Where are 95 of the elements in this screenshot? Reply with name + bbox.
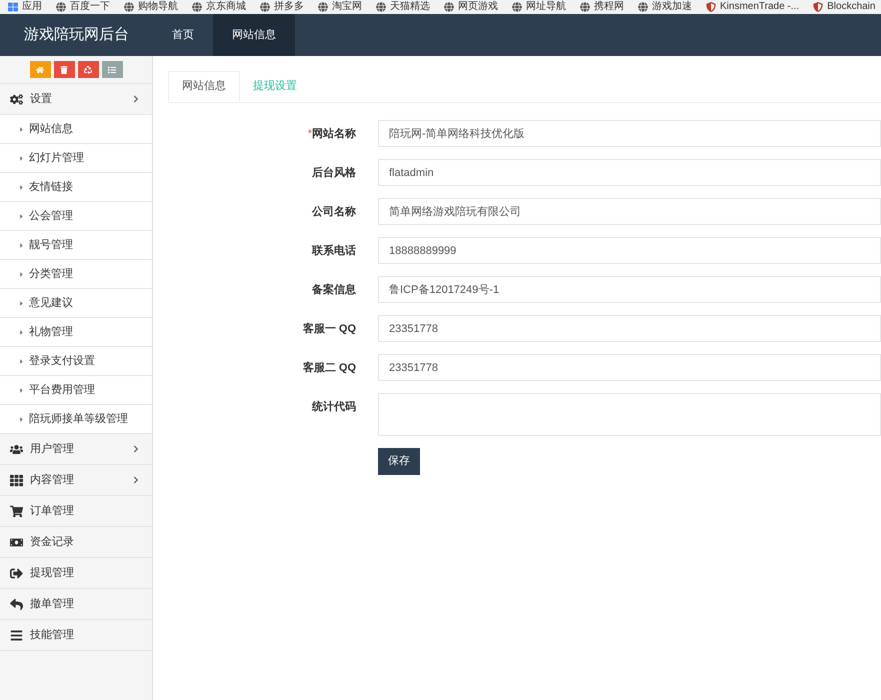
grid-icon xyxy=(10,474,23,486)
submenu-item[interactable]: 友情链接 xyxy=(0,173,152,202)
submenu-item[interactable]: 陪玩师接单等级管理 xyxy=(0,405,152,434)
text-input-field[interactable]: flatadmin xyxy=(378,159,881,186)
submenu-item[interactable]: 网站信息 xyxy=(0,115,152,144)
bookmark-link[interactable]: 天猫精选 xyxy=(390,2,430,12)
caret-icon xyxy=(18,154,25,162)
submenu-item[interactable]: 礼物管理 xyxy=(0,318,152,347)
trash-button[interactable] xyxy=(54,61,74,78)
recycle-button[interactable] xyxy=(78,61,98,78)
sidebar-menu-item[interactable]: 订单管理 xyxy=(0,496,152,527)
arrow-exit-icon xyxy=(10,566,23,580)
submenu-item[interactable]: 幻灯片管理 xyxy=(0,144,152,173)
bookmark-link[interactable]: KinsmenTrade -... xyxy=(720,2,800,12)
field-label: 网站名称 xyxy=(312,126,356,142)
caret-icon xyxy=(18,416,25,422)
apps-grid-icon xyxy=(8,2,18,12)
globe-icon xyxy=(376,2,386,12)
bookmark-link[interactable]: 淘宝网 xyxy=(332,2,362,12)
sidebar-menu-item[interactable]: 用户管理 xyxy=(0,434,152,465)
caret-icon xyxy=(18,300,25,306)
text-input-field[interactable]: 23351778 xyxy=(378,354,881,381)
caret-icon xyxy=(18,270,25,278)
required-marker: * xyxy=(308,127,312,142)
sidebar-menu-item[interactable]: 资金记录 xyxy=(0,527,152,558)
shield-icon xyxy=(813,2,824,12)
globe-icon xyxy=(318,2,328,12)
gears-icon xyxy=(10,92,23,106)
submenu-item[interactable]: 登录支付设置 xyxy=(0,347,152,376)
header-nav-tab[interactable]: 网站信息 xyxy=(213,14,295,56)
trash-icon xyxy=(60,66,68,74)
sidebar-menu-item[interactable]: 撤单管理 xyxy=(0,589,152,620)
bookmark-link[interactable]: 网址导航 xyxy=(526,2,566,12)
list-icon xyxy=(108,66,116,74)
bookmark-link[interactable]: 游戏加速 xyxy=(652,2,692,12)
bookmark-link[interactable]: 应用 xyxy=(22,2,42,12)
content-tab[interactable]: 网站信息 xyxy=(168,71,240,102)
globe-icon xyxy=(444,2,454,12)
globe-icon xyxy=(56,2,66,12)
bookmark-link[interactable]: 拼多多 xyxy=(274,2,304,12)
bookmark-link[interactable]: 购物导航 xyxy=(138,2,178,12)
cart-icon xyxy=(10,504,23,518)
chevron-icon xyxy=(132,476,140,484)
caret-icon xyxy=(18,212,25,220)
caret-icon xyxy=(18,184,25,190)
submenu-item[interactable]: 意见建议 xyxy=(0,289,152,318)
globe-icon xyxy=(580,2,590,12)
globe-icon xyxy=(638,2,648,12)
text-input-field[interactable]: 18888889999 xyxy=(378,237,881,264)
submenu-item[interactable]: 平台费用管理 xyxy=(0,376,152,405)
field-label: 统计代码 xyxy=(312,400,356,415)
submenu-item[interactable]: 靓号管理 xyxy=(0,231,152,260)
caret-icon xyxy=(18,328,25,336)
bookmark-link[interactable]: Blockchain xyxy=(827,2,876,12)
field-label: 公司名称 xyxy=(312,204,356,220)
caret-icon xyxy=(18,242,25,248)
field-label: 客服一 QQ xyxy=(302,322,356,337)
recycle-icon xyxy=(84,66,92,74)
bookmark-link[interactable]: 京东商城 xyxy=(206,2,246,12)
shield-icon xyxy=(706,2,716,12)
sidebar-menu-item[interactable]: 提现管理 xyxy=(0,558,152,589)
globe-icon xyxy=(192,2,202,12)
submenu-item[interactable]: 分类管理 xyxy=(0,260,152,289)
header-nav-tab[interactable]: 首页 xyxy=(153,14,213,56)
banknote-icon xyxy=(10,536,23,548)
submenu-item[interactable]: 公会管理 xyxy=(0,202,152,231)
caret-icon xyxy=(18,126,25,132)
text-input-field[interactable]: 陪玩网-简单网络科技优化版 xyxy=(378,120,881,147)
bookmark-link[interactable]: 网页游戏 xyxy=(458,2,498,12)
text-input-field[interactable]: 简单网络游戏陪玩有限公司 xyxy=(378,198,881,225)
save-button[interactable]: 保存 xyxy=(378,448,420,475)
home-button[interactable] xyxy=(30,61,50,78)
menu-icon xyxy=(10,628,23,642)
caret-icon xyxy=(18,358,25,364)
globe-icon xyxy=(512,2,522,12)
bookmark-link[interactable]: 百度一下 xyxy=(70,2,110,12)
reply-arrow-icon xyxy=(10,598,23,610)
caret-icon xyxy=(18,386,25,394)
sidebar-menu-item[interactable]: 内容管理 xyxy=(0,465,152,496)
field-label: 客服二 QQ xyxy=(302,360,356,376)
app-title: 游戏陪玩网后台 xyxy=(23,24,130,45)
list-button[interactable] xyxy=(102,61,122,78)
chevron-icon xyxy=(132,445,140,453)
bookmark-link[interactable]: 携程网 xyxy=(594,2,624,12)
text-input-field[interactable]: 鲁ICP备12017249号-1 xyxy=(378,276,881,303)
globe-icon xyxy=(124,2,134,12)
field-label: 联系电话 xyxy=(312,244,356,259)
field-label: 后台风格 xyxy=(312,166,356,181)
chevron-icon xyxy=(132,95,140,103)
globe-icon xyxy=(260,2,270,12)
users-icon xyxy=(10,442,23,456)
sidebar-menu-item[interactable]: 技能管理 xyxy=(0,620,152,651)
text-input-field[interactable]: 23351778 xyxy=(378,315,881,342)
field-label: 备案信息 xyxy=(312,282,356,298)
home-icon xyxy=(36,66,44,74)
